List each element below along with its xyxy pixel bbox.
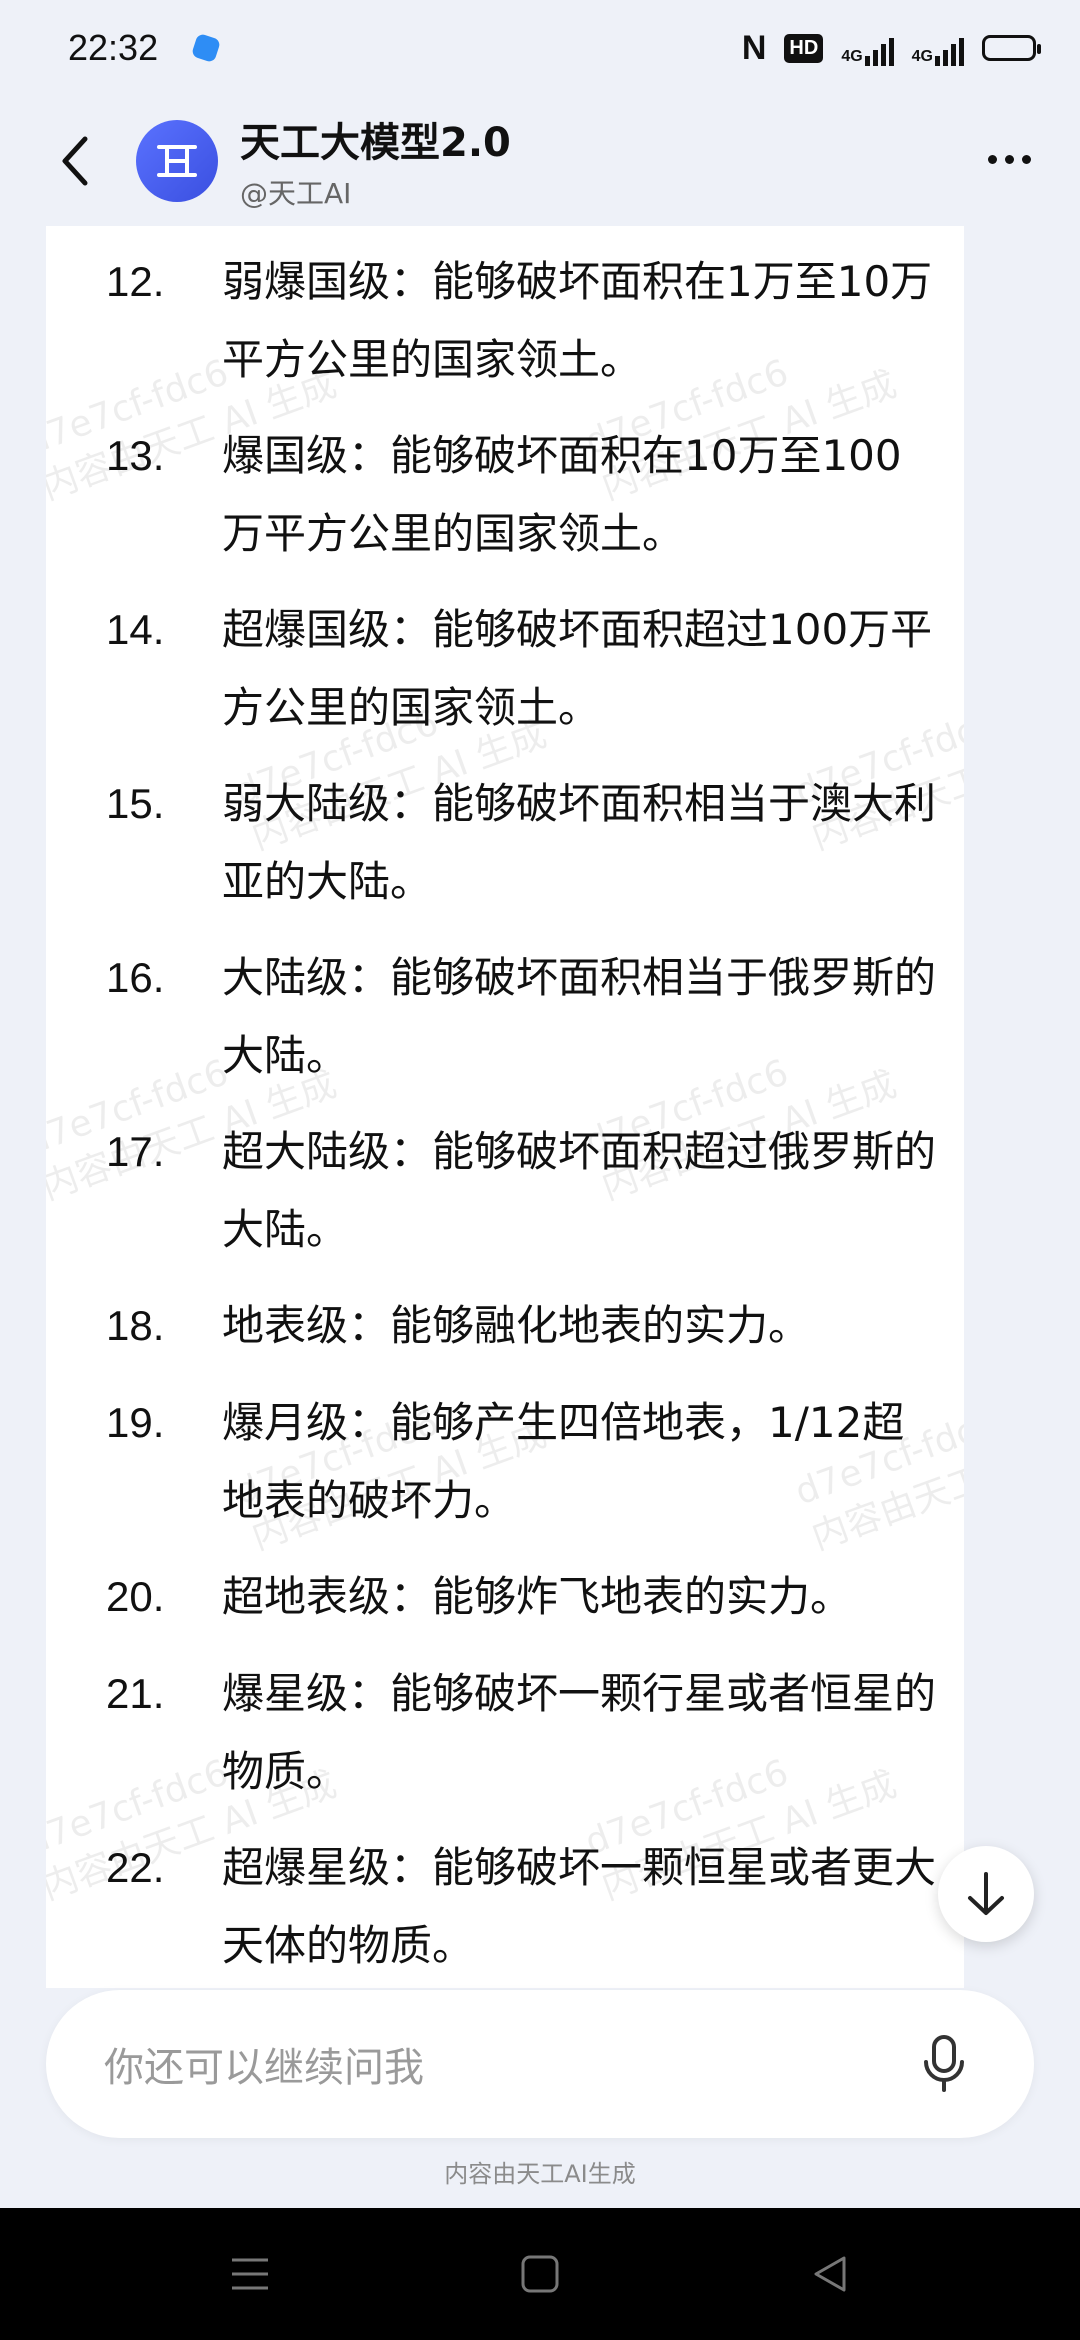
status-left: 22:32 [68, 27, 222, 69]
nav-home-button[interactable] [510, 2244, 570, 2304]
list-item-number: 19. [106, 1399, 165, 1446]
more-dot-icon [1021, 154, 1031, 164]
list-item: 12. 弱爆国级：能够破坏面积在1万至10万平方公里的国家领土。 [106, 243, 936, 399]
list-item-text: 弱大陆级：能够破坏面积相当于澳大利亚的大陆。 [222, 779, 937, 906]
chat-input-bar[interactable]: 你还可以继续问我 [46, 1990, 1034, 2138]
menu-icon [232, 2258, 268, 2290]
voice-input-button[interactable] [904, 2024, 984, 2104]
home-square-icon [521, 2255, 559, 2293]
list-item-text: 爆月级：能够产生四倍地表，1/12超地表的破坏力。 [222, 1398, 905, 1525]
list-item-number: 18. [106, 1302, 165, 1349]
list-item: 18. 地表级：能够融化地表的实力。 [106, 1287, 936, 1365]
list-item-number: 15. [106, 780, 165, 827]
list-item-text: 超爆星级：能够破坏一颗恒星或者更大天体的物质。 [222, 1843, 937, 1970]
chat-title: 天工大模型2.0 [240, 120, 511, 166]
status-time: 22:32 [68, 27, 159, 68]
answer-card: d7e7cf-fdc6 内容由天工 AI 生成 d7e7cf-fdc6 内容由天工 … [46, 226, 964, 1988]
list-item-number: 16. [106, 954, 165, 1001]
battery-icon [982, 35, 1041, 61]
more-options-button[interactable] [974, 134, 1044, 184]
list-item-text: 地表级：能够融化地表的实力。 [222, 1301, 811, 1350]
nav-menu-button[interactable] [220, 2244, 280, 2304]
list-item: 15. 弱大陆级：能够破坏面积相当于澳大利亚的大陆。 [106, 765, 936, 921]
list-item-number: 13. [106, 432, 165, 479]
microphone-icon [924, 2035, 964, 2092]
list-item-text: 大陆级：能够破坏面积相当于俄罗斯的大陆。 [222, 953, 937, 1080]
list-item-number: 22. [106, 1844, 165, 1891]
list-item-text: 弱爆国级：能够破坏面积在1万至10万平方公里的国家领土。 [222, 257, 933, 384]
list-item-number: 21. [106, 1670, 165, 1717]
list-item-text: 爆国级：能够破坏面积在10万至100万平方公里的国家领土。 [222, 431, 902, 558]
signal-label-sim1: 4G [841, 48, 863, 65]
list-item: 20. 超地表级：能够炸飞地表的实力。 [106, 1558, 936, 1636]
title-box: 天工大模型2.0 @天工AI [240, 110, 511, 212]
more-dot-icon [1004, 154, 1014, 164]
status-bar: 22:32 N HD 4G 4G [0, 0, 1080, 96]
app-header: 天工大模型2.0 @天工AI [0, 96, 1080, 226]
list-item-text: 超地表级：能够炸飞地表的实力。 [222, 1572, 853, 1621]
nav-back-button[interactable] [800, 2244, 860, 2304]
tiangong-logo-icon [157, 145, 197, 177]
back-button[interactable] [40, 126, 110, 196]
list-item: 21. 爆星级：能够破坏一颗行星或者恒星的物质。 [106, 1655, 936, 1811]
signal-icon-sim2: 4G [912, 30, 964, 66]
list-item-text: 超大陆级：能够破坏面积超过俄罗斯的大陆。 [222, 1127, 937, 1254]
list-item-number: 14. [106, 606, 165, 653]
system-nav-bar [0, 2208, 1080, 2340]
notification-app-icon [190, 32, 222, 64]
hd-voice-icon: HD [784, 33, 824, 63]
list-item-text: 爆星级：能够破坏一颗行星或者恒星的物质。 [222, 1669, 937, 1796]
chat-input-placeholder[interactable]: 你还可以继续问我 [104, 2035, 904, 2093]
list-item: 16. 大陆级：能够破坏面积相当于俄罗斯的大陆。 [106, 939, 936, 1095]
list-item-number: 17. [106, 1128, 165, 1175]
list-item: 14. 超爆国级：能够破坏面积超过100万平方公里的国家领土。 [106, 591, 936, 747]
arrow-down-icon [968, 1872, 1004, 1915]
list-item: 17. 超大陆级：能够破坏面积超过俄罗斯的大陆。 [106, 1113, 936, 1269]
ai-generated-note: 内容由天工AI生成 [444, 2160, 636, 2188]
signal-label-sim2: 4G [911, 48, 933, 65]
nfc-icon: N [741, 28, 767, 67]
list-item: 22. 超爆星级：能够破坏一颗恒星或者更大天体的物质。 [106, 1829, 936, 1985]
signal-icon-sim1: 4G [841, 30, 894, 66]
list-item: 19. 爆月级：能够产生四倍地表，1/12超地表的破坏力。 [106, 1384, 936, 1540]
scroll-to-bottom-button[interactable] [938, 1846, 1034, 1942]
back-triangle-icon [814, 2256, 846, 2292]
list-item-number: 12. [106, 258, 165, 305]
list-item-number: 20. [106, 1573, 165, 1620]
list-item-text: 超爆国级：能够破坏面积超过100万平方公里的国家领土。 [222, 605, 933, 732]
status-right: N HD 4G 4G [741, 28, 1041, 68]
list-item: 13. 爆国级：能够破坏面积在10万至100万平方公里的国家领土。 [106, 417, 936, 573]
more-dot-icon [987, 154, 997, 164]
chevron-left-icon [62, 136, 88, 186]
bot-avatar[interactable] [136, 120, 218, 202]
chat-subtitle: @天工AI [240, 177, 352, 210]
